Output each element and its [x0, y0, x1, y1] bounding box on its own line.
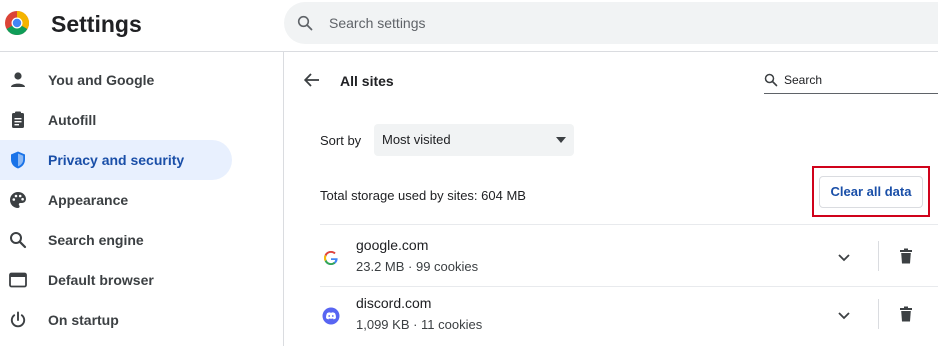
settings-search-input[interactable]: Search settings [284, 2, 938, 44]
back-arrow-icon[interactable] [302, 70, 322, 90]
sidebar-item-autofill[interactable]: Autofill [0, 100, 232, 140]
palette-icon [10, 192, 26, 208]
chrome-logo-icon [5, 11, 29, 35]
storage-summary: Total storage used by sites: 604 MB [320, 188, 526, 203]
sidebar: You and Google Autofill Privacy and secu… [0, 52, 283, 346]
discord-favicon-icon [322, 307, 340, 325]
sort-label: Sort by [320, 133, 362, 148]
sort-dropdown[interactable]: Most visited [374, 124, 574, 156]
clipboard-icon [12, 111, 24, 128]
trash-icon[interactable] [897, 305, 915, 323]
browser-icon [9, 272, 27, 288]
search-icon [297, 15, 313, 31]
sidebar-item-label: Default browser [48, 272, 154, 288]
sidebar-item-appearance[interactable]: Appearance [0, 180, 232, 220]
power-icon [10, 311, 26, 328]
sidebar-item-label: Search engine [48, 232, 144, 248]
site-usage: 23.2 MB · 99 cookies [356, 259, 479, 274]
sidebar-item-you-and-google[interactable]: You and Google [0, 60, 232, 100]
sidebar-item-label: Privacy and security [48, 152, 185, 168]
chevron-down-icon[interactable] [836, 307, 852, 323]
site-row-google[interactable]: google.com 23.2 MB · 99 cookies [284, 229, 938, 285]
shield-icon [11, 151, 25, 169]
row-divider-vertical [878, 241, 879, 271]
site-name: google.com [356, 237, 429, 253]
person-icon [11, 72, 25, 87]
sidebar-item-search-engine[interactable]: Search engine [0, 220, 232, 260]
sidebar-item-label: Appearance [48, 192, 129, 208]
sidebar-item-privacy-and-security[interactable]: Privacy and security [0, 140, 232, 180]
trash-icon[interactable] [897, 247, 915, 265]
search-placeholder: Search settings [329, 15, 426, 31]
sidebar-item-on-startup[interactable]: On startup [0, 300, 232, 340]
search-icon [10, 232, 27, 249]
site-usage: 1,099 KB · 11 cookies [356, 317, 483, 332]
app-title: Settings [51, 11, 142, 37]
site-name: discord.com [356, 295, 432, 311]
site-search-placeholder: Search [784, 73, 823, 87]
caret-down-icon [556, 137, 566, 143]
row-divider-vertical [878, 299, 879, 329]
sort-selected-value: Most visited [382, 132, 451, 147]
site-row-discord[interactable]: discord.com 1,099 KB · 11 cookies [284, 287, 938, 343]
all-sites-panel: All sites Search Sort by Most visited To… [283, 52, 938, 346]
page-title: All sites [340, 73, 394, 89]
sidebar-item-label: You and Google [48, 72, 155, 88]
row-divider [320, 224, 938, 225]
search-icon [764, 73, 778, 87]
site-search-input[interactable]: Search [764, 70, 938, 94]
sidebar-item-label: Autofill [48, 112, 97, 128]
sidebar-item-label: On startup [48, 312, 119, 328]
chevron-down-icon[interactable] [836, 249, 852, 265]
sidebar-item-default-browser[interactable]: Default browser [0, 260, 232, 300]
top-bar: Settings Search settings [0, 0, 938, 52]
clear-all-data-button[interactable]: Clear all data [819, 176, 923, 208]
google-favicon-icon [324, 251, 338, 265]
